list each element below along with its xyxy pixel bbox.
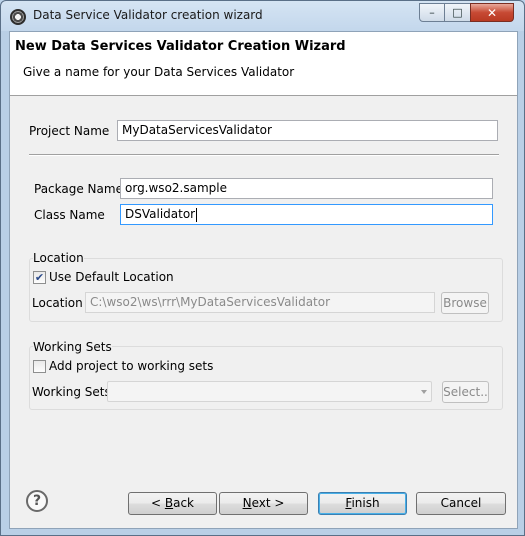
- wizard-content: New Data Services Validator Creation Wiz…: [9, 31, 518, 529]
- select-working-sets-button[interactable]: Select..: [442, 381, 489, 403]
- working-sets-group-title: Working Sets: [33, 340, 112, 354]
- help-icon[interactable]: ?: [26, 490, 48, 512]
- next-button-mnemonic: N: [242, 496, 252, 510]
- wizard-subtitle: Give a name for your Data Services Valid…: [23, 65, 295, 79]
- project-name-label: Project Name: [29, 124, 110, 138]
- finish-button-label: inish: [351, 496, 380, 510]
- back-button-mnemonic: B: [164, 496, 174, 510]
- browse-button[interactable]: Browse: [441, 292, 489, 314]
- eclipse-app-icon: [10, 9, 26, 25]
- add-to-working-sets-label: Add project to working sets: [49, 359, 214, 373]
- working-sets-combo[interactable]: [107, 381, 432, 402]
- finish-button[interactable]: Finish: [318, 492, 407, 515]
- text-caret: [196, 207, 198, 222]
- working-sets-label: Working Sets: [32, 385, 111, 399]
- close-button[interactable]: ✕: [470, 3, 514, 22]
- cancel-button[interactable]: Cancel: [416, 492, 506, 515]
- maximize-button[interactable]: □: [444, 3, 471, 22]
- package-name-input[interactable]: org.wso2.sample: [120, 178, 493, 199]
- minimize-button[interactable]: –: [419, 3, 445, 22]
- class-name-label: Class Name: [34, 208, 105, 222]
- wizard-header: New Data Services Validator Creation Wiz…: [10, 32, 517, 96]
- back-button-prefix: <: [150, 496, 165, 510]
- separator: [29, 154, 499, 156]
- location-label: Location: [32, 296, 83, 310]
- maximize-icon: □: [452, 6, 463, 19]
- title-bar[interactable]: Data Service Validator creation wizard –…: [2, 2, 523, 30]
- back-button[interactable]: < Back: [128, 492, 217, 515]
- class-name-value: DSValidator: [125, 207, 196, 221]
- window-title: Data Service Validator creation wizard: [33, 8, 263, 22]
- class-name-input[interactable]: DSValidator: [120, 204, 493, 225]
- wizard-title: New Data Services Validator Creation Wiz…: [15, 39, 346, 54]
- wizard-window: Data Service Validator creation wizard –…: [0, 0, 525, 536]
- minimize-icon: –: [429, 6, 435, 19]
- location-group-title: Location: [33, 251, 84, 265]
- use-default-location-label: Use Default Location: [49, 270, 174, 284]
- add-to-working-sets-checkbox[interactable]: [33, 360, 46, 373]
- use-default-location-checkbox[interactable]: ✔: [33, 271, 46, 284]
- back-button-label: ack: [173, 496, 194, 510]
- next-button[interactable]: Next >: [219, 492, 308, 515]
- close-icon: ✕: [486, 5, 498, 20]
- project-name-input[interactable]: MyDataServicesValidator: [117, 120, 498, 141]
- next-button-label: ext >: [251, 496, 285, 510]
- chevron-down-icon: [421, 390, 427, 394]
- package-name-label: Package Name: [34, 182, 123, 196]
- location-input[interactable]: C:\wso2\ws\rrr\MyDataServicesValidator: [85, 292, 435, 313]
- checkmark-icon: ✔: [34, 271, 45, 284]
